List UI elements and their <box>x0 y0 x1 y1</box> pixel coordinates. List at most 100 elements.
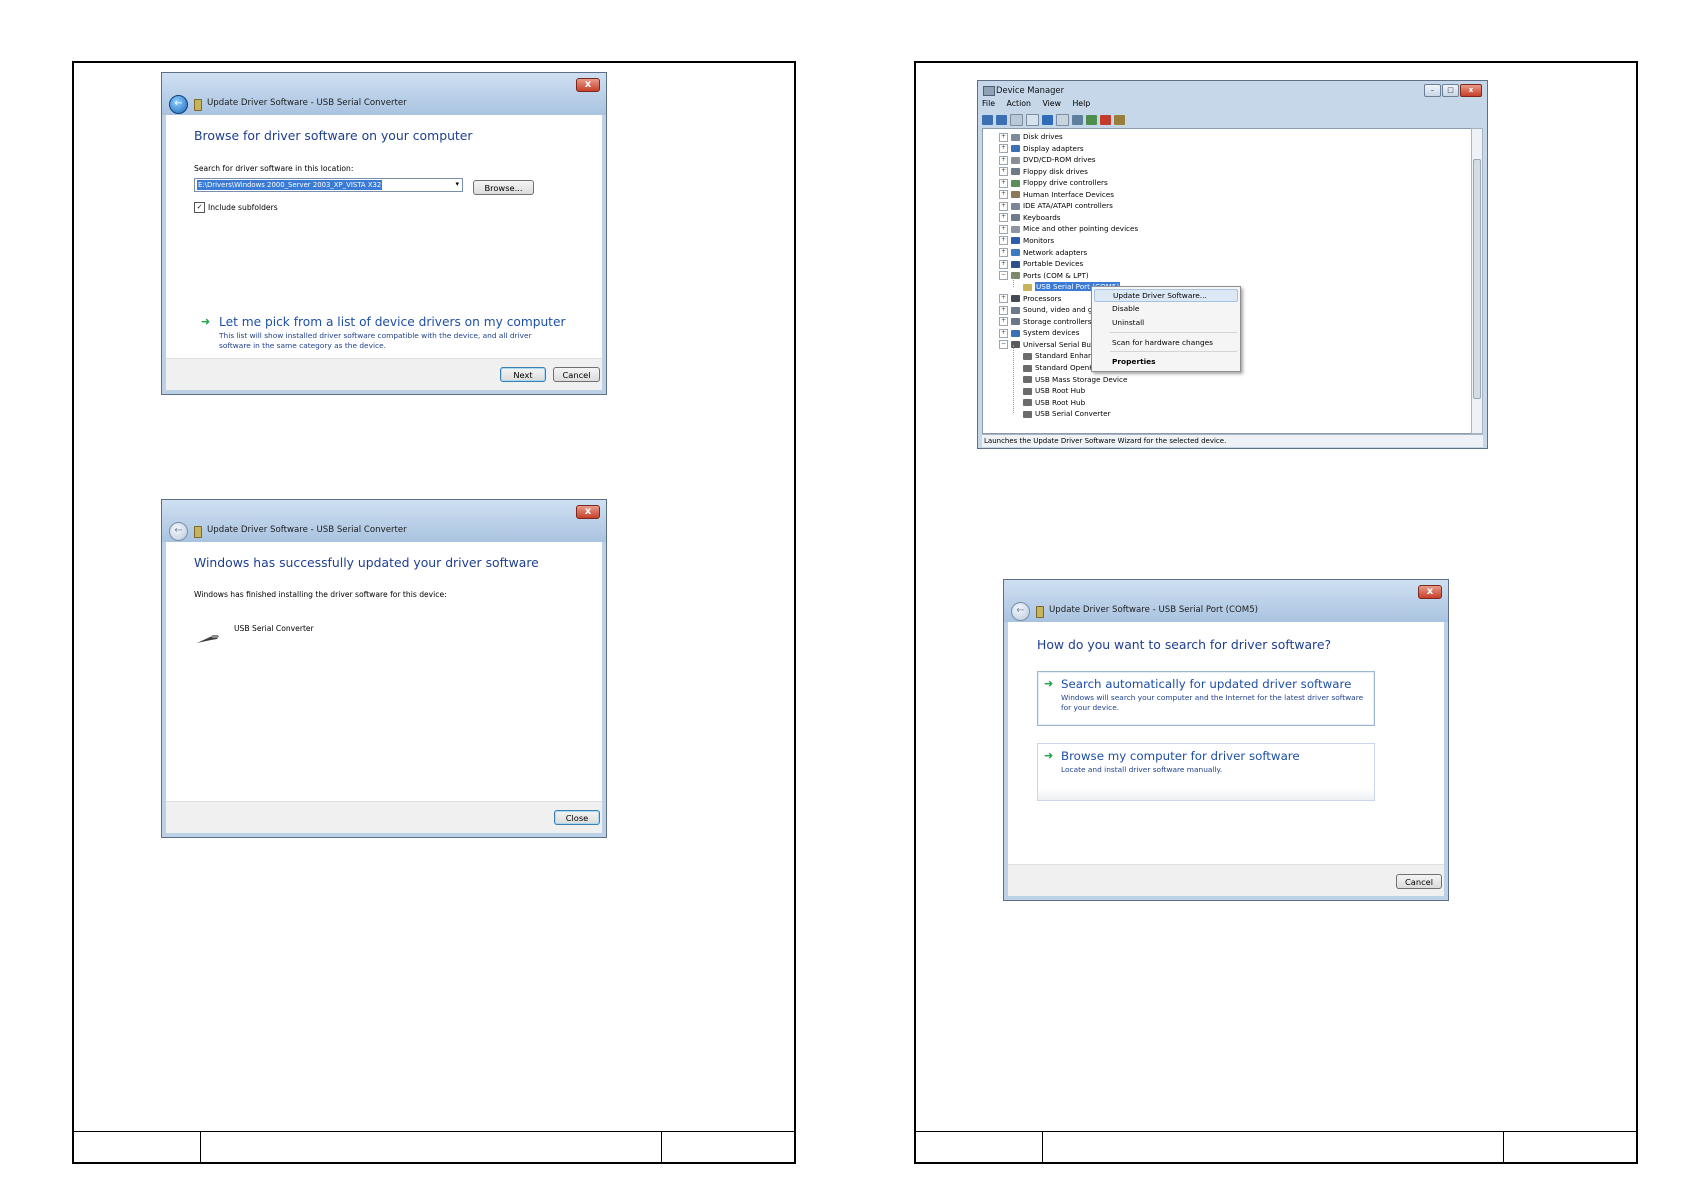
vertical-scrollbar[interactable] <box>1471 128 1483 434</box>
forward-icon[interactable] <box>996 114 1007 125</box>
chevron-down-icon[interactable]: ▾ <box>455 180 459 188</box>
tree-item[interactable]: + Display adapters <box>999 143 1084 154</box>
maximize-icon[interactable]: □ <box>1442 84 1459 97</box>
tree-item[interactable]: + Mice and other pointing devices <box>999 223 1138 234</box>
show-hide-tree-icon[interactable] <box>1010 113 1023 126</box>
scan-hardware-icon[interactable] <box>1072 114 1083 125</box>
tree-item-label: Network adapters <box>1023 247 1088 257</box>
tree-item[interactable]: + Floppy drive controllers <box>999 177 1108 188</box>
close-icon[interactable]: x <box>576 505 600 519</box>
browse-button[interactable]: Browse... <box>473 180 534 195</box>
device-manager-window: Device Manager – □ x File Action View He… <box>977 80 1488 449</box>
expand-icon[interactable]: + <box>999 190 1008 200</box>
tree-item[interactable]: + Portable Devices <box>999 258 1083 269</box>
title-bar: x ← Update Driver Software - USB Serial … <box>162 73 606 115</box>
tree-item[interactable]: USB Serial Converter <box>1023 408 1110 419</box>
search-automatically-description: Windows will search your computer and th… <box>1061 693 1364 712</box>
back-icon[interactable] <box>982 114 993 125</box>
menu-item-properties[interactable]: Properties <box>1112 357 1156 366</box>
menu-item-update-driver[interactable]: Update Driver Software... <box>1094 289 1238 302</box>
left-page-footer <box>74 1131 794 1162</box>
menu-help[interactable]: Help <box>1072 99 1090 108</box>
close-icon[interactable]: x <box>1418 585 1442 599</box>
menu-item-uninstall[interactable]: Uninstall <box>1112 318 1144 327</box>
collapse-icon[interactable]: − <box>999 271 1008 281</box>
device-category-icon <box>1023 399 1032 407</box>
expand-icon[interactable]: + <box>999 201 1008 211</box>
toolbar <box>982 112 1483 127</box>
uninstall-icon[interactable] <box>1100 114 1111 125</box>
cancel-button[interactable]: Cancel <box>553 367 600 382</box>
browse-my-computer-title: Browse my computer for driver software <box>1061 749 1300 763</box>
tree-item-label: IDE ATA/ATAPI controllers <box>1023 201 1113 211</box>
close-icon[interactable]: x <box>576 78 600 92</box>
tree-item-label: DVD/CD-ROM drives <box>1023 155 1096 165</box>
title-bar: x ← Update Driver Software - USB Serial … <box>162 500 606 542</box>
expand-icon[interactable]: + <box>999 236 1008 246</box>
close-icon[interactable]: x <box>1460 84 1482 97</box>
tree-item[interactable]: USB Root Hub <box>1023 385 1085 396</box>
expand-icon[interactable]: + <box>999 259 1008 269</box>
path-combobox[interactable]: E:\Drivers\Windows 2000_Server 2003_XP_V… <box>194 178 463 192</box>
tree-item[interactable]: USB Mass Storage Device <box>1023 374 1127 385</box>
tree-item[interactable]: + Processors <box>999 293 1061 304</box>
include-subfolders-checkbox[interactable]: ✓ <box>194 202 205 213</box>
menu-file[interactable]: File <box>982 99 995 108</box>
menu-view[interactable]: View <box>1042 99 1061 108</box>
expand-icon[interactable]: + <box>999 224 1008 234</box>
expand-icon[interactable]: + <box>999 167 1008 177</box>
help-icon[interactable] <box>1042 114 1053 125</box>
pick-from-list-link[interactable]: Let me pick from a list of device driver… <box>219 315 565 329</box>
tree-item[interactable]: + DVD/CD-ROM drives <box>999 154 1096 165</box>
expand-icon[interactable]: + <box>999 178 1008 188</box>
update-driver-icon[interactable] <box>1086 114 1097 125</box>
expand-icon[interactable]: + <box>999 213 1008 223</box>
tree-item[interactable]: + Monitors <box>999 235 1054 246</box>
dialog-body: Browse for driver software on your compu… <box>166 115 602 390</box>
expand-icon[interactable]: + <box>999 328 1008 338</box>
search-automatically-title: Search automatically for updated driver … <box>1061 677 1352 691</box>
device-name: USB Serial Converter <box>234 624 314 633</box>
browse-my-computer-option[interactable]: ➜ Browse my computer for driver software… <box>1037 743 1375 801</box>
tree-item[interactable]: USB Root Hub <box>1023 397 1085 408</box>
device-category-icon <box>1011 237 1020 245</box>
view-icon[interactable] <box>1056 113 1069 126</box>
properties-icon[interactable] <box>1026 113 1039 126</box>
back-arrow-icon[interactable]: ← <box>169 95 188 114</box>
menu-item-disable[interactable]: Disable <box>1112 304 1139 313</box>
device-category-icon <box>1023 387 1032 395</box>
expand-icon[interactable]: + <box>999 317 1008 327</box>
collapse-icon[interactable]: − <box>999 340 1008 350</box>
minimize-icon[interactable]: – <box>1424 84 1441 97</box>
context-menu: Update Driver Software... Disable Uninst… <box>1091 286 1241 372</box>
expand-icon[interactable]: + <box>999 155 1008 165</box>
tree-item-label: Display adapters <box>1023 143 1084 153</box>
device-category-icon <box>1011 214 1020 222</box>
expand-icon[interactable]: + <box>999 144 1008 154</box>
checkmark-icon: ✓ <box>196 203 203 211</box>
tree-item[interactable]: + System devices <box>999 327 1079 338</box>
window-title: Device Manager <box>996 85 1065 95</box>
tree-item[interactable]: + IDE ATA/ATAPI controllers <box>999 200 1113 211</box>
next-button[interactable]: Next <box>500 367 546 382</box>
search-automatically-option[interactable]: ➜ Search automatically for updated drive… <box>1037 671 1375 726</box>
enable-device-icon[interactable] <box>1114 114 1125 125</box>
tree-item[interactable]: + Keyboards <box>999 212 1061 223</box>
status-bar: Launches the Update Driver Software Wiza… <box>982 434 1483 447</box>
tree-item[interactable]: + Storage controllers <box>999 316 1091 327</box>
tree-item[interactable]: + Network adapters <box>999 247 1087 258</box>
cancel-button[interactable]: Cancel <box>1396 874 1442 889</box>
menu-item-scan[interactable]: Scan for hardware changes <box>1112 338 1213 347</box>
expand-icon[interactable]: + <box>999 294 1008 304</box>
tree-item[interactable]: + Floppy disk drives <box>999 166 1088 177</box>
menu-action[interactable]: Action <box>1007 99 1031 108</box>
expand-icon[interactable]: + <box>999 305 1008 315</box>
expand-icon[interactable]: + <box>999 132 1008 142</box>
scrollbar-thumb[interactable] <box>1473 159 1481 399</box>
dialog-footer: Close <box>166 801 602 833</box>
tree-item[interactable]: + Human Interface Devices <box>999 189 1114 200</box>
device-category-icon <box>1011 225 1020 233</box>
close-button[interactable]: Close <box>554 810 600 825</box>
expand-icon[interactable]: + <box>999 248 1008 257</box>
tree-item[interactable]: + Disk drives <box>999 131 1063 142</box>
